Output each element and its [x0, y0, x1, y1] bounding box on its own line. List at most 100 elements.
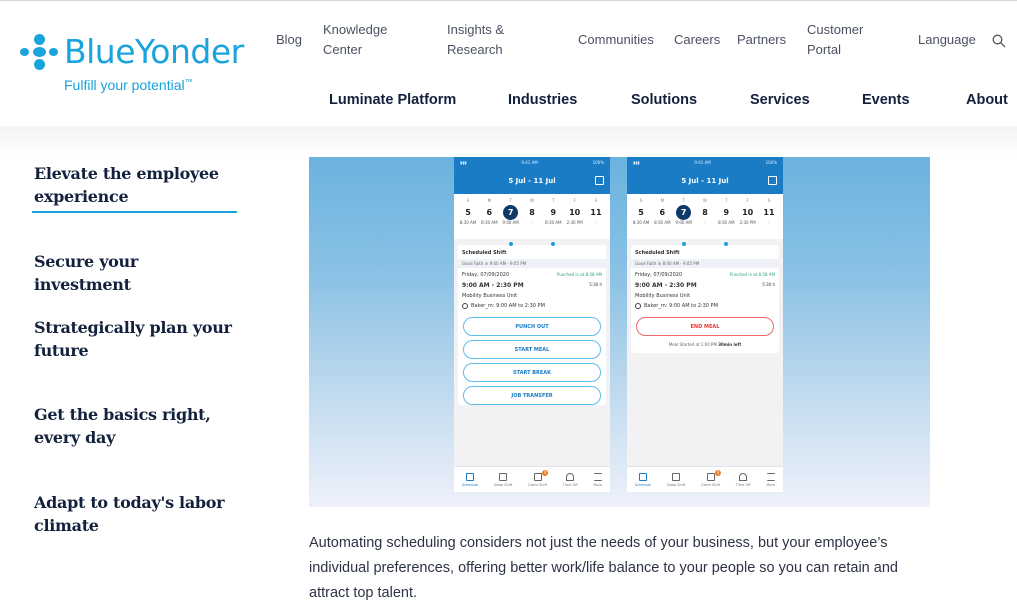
punch-out-button[interactable]: PUNCH OUT: [463, 317, 601, 336]
nav-insights-research[interactable]: Insights & Research: [447, 20, 527, 60]
date-cell[interactable]: 10: [565, 205, 585, 221]
shift-time: 8:30 AM: [459, 220, 477, 225]
date-cell[interactable]: 11: [759, 205, 779, 221]
notification-badge: 4: [715, 469, 722, 476]
site-header: BlueYonder Fulfill your potential™ Blog …: [0, 4, 1017, 126]
notification-badge: 4: [542, 469, 549, 476]
battery-level: 100%: [592, 160, 604, 165]
shift-time: 8:30 AM: [654, 220, 671, 225]
shift-dot-icon: [508, 242, 513, 246]
logo-mark-icon: [20, 33, 60, 70]
shift-card-heading: Scheduled Shift: [462, 250, 507, 256]
umbrella-icon: [566, 472, 575, 481]
date-cell[interactable]: 8: [522, 205, 542, 221]
date-cell[interactable]: 11: [586, 205, 606, 221]
calendar-icon[interactable]: [595, 176, 604, 185]
side-menu-item-elevate[interactable]: Elevate the employee experience: [34, 162, 234, 208]
job-transfer-button[interactable]: JOB TRANSFER: [463, 386, 601, 405]
date-cell[interactable]: 6: [479, 205, 499, 221]
side-menu-item-strategically-plan[interactable]: Strategically plan your future: [34, 316, 234, 362]
main-nav-industries[interactable]: Industries: [508, 92, 577, 108]
shift-hours: 9:00 AM - 2:30 PM: [635, 282, 697, 289]
date-cell[interactable]: 5: [631, 205, 651, 221]
nav-blog[interactable]: Blog: [276, 30, 302, 50]
end-meal-button[interactable]: END MEAL: [636, 317, 774, 336]
shift-dot-icon: [681, 242, 686, 246]
main-nav-events[interactable]: Events: [862, 92, 910, 108]
main-nav-luminate-platform[interactable]: Luminate Platform: [329, 92, 456, 108]
status-time: 9:41 AM: [521, 160, 538, 165]
phone-mockup-punch-out: ▮▮▮ 9:41 AM 100% 5 Jul - 11 Jul S M T W …: [454, 157, 610, 492]
date-cell-selected[interactable]: 7: [501, 205, 521, 221]
active-tab-indicator: [32, 211, 237, 213]
person-icon: [635, 303, 641, 309]
tab-claim-shift[interactable]: 4 Claim Shift: [701, 469, 722, 487]
week-strip: S M T W T F S 5 6 7 8 9 10 11 8:30 AM 8:…: [454, 194, 610, 246]
nav-knowledge-center[interactable]: Knowledge Center: [323, 20, 403, 60]
side-menu-item-secure[interactable]: Secure your investment: [34, 250, 234, 296]
shift-time: -: [531, 220, 533, 225]
nav-careers[interactable]: Careers: [674, 30, 720, 50]
tab-time-off[interactable]: Time Off: [736, 472, 751, 487]
side-menu-item-basics[interactable]: Get the basics right, every day: [34, 403, 234, 449]
shift-card-subheading: Good Faith in 9:00 AM - 9:05 PM: [458, 259, 606, 268]
weekday-label: M: [487, 198, 492, 203]
punch-status: Punched in at 8:58 AM: [556, 272, 602, 277]
main-nav-services[interactable]: Services: [750, 92, 810, 108]
tab-more[interactable]: More: [766, 472, 775, 487]
main-nav-about[interactable]: About: [966, 92, 1008, 108]
weekday-label: S: [466, 198, 470, 203]
tab-schedule[interactable]: Schedule: [635, 472, 651, 487]
search-icon[interactable]: [992, 34, 1006, 48]
nav-partners[interactable]: Partners: [737, 30, 786, 50]
weekday-label: T: [725, 198, 728, 203]
status-time: 9:41 AM: [694, 160, 711, 165]
tab-claim-shift[interactable]: 4 Claim Shift: [528, 469, 549, 487]
person-icon: [462, 303, 468, 309]
nav-communities[interactable]: Communities: [578, 30, 654, 50]
app-screenshot-panel: ▮▮▮ 9:41 AM 100% 5 Jul - 11 Jul S M T W …: [309, 157, 930, 507]
shift-time: 9:00 AM: [502, 220, 519, 225]
shift-hours: 9:00 AM - 2:30 PM: [462, 282, 524, 289]
date-cell[interactable]: 6: [652, 205, 672, 221]
week-title-bar: 5 Jul - 11 Jul: [454, 168, 610, 194]
main-nav-solutions[interactable]: Solutions: [631, 92, 697, 108]
date-cell[interactable]: 9: [716, 205, 736, 221]
section-description: Automating scheduling considers not just…: [309, 535, 898, 601]
shift-date: Friday, 07/09/2020: [635, 272, 683, 278]
bottom-tab-bar: Schedule Swap Shift 4 Claim Shift Time Of…: [627, 466, 783, 492]
nav-language[interactable]: Language: [918, 30, 976, 50]
weekday-label: F: [746, 198, 749, 203]
shift-duration: 5:30 h: [762, 282, 775, 287]
phone-mockup-end-meal: ▮▮▮ 9:41 AM 100% 5 Jul - 11 Jul S M T W …: [627, 157, 783, 492]
tab-time-off[interactable]: Time Off: [563, 472, 578, 487]
shift-card-heading: Scheduled Shift: [635, 250, 680, 256]
shift-time: 8:30 AM: [632, 220, 650, 225]
date-cell[interactable]: 10: [738, 205, 758, 221]
nav-customer-portal[interactable]: Customer Portal: [807, 20, 879, 60]
tab-swap-shift[interactable]: Swap Shift: [494, 472, 512, 487]
tab-more[interactable]: More: [593, 472, 602, 487]
date-cell[interactable]: 5: [458, 205, 478, 221]
claim-calendar-icon: [706, 472, 715, 481]
date-cell[interactable]: 9: [543, 205, 563, 221]
week-title-bar: 5 Jul - 11 Jul: [627, 168, 783, 194]
side-menu-item-adapt[interactable]: Adapt to today's labor climate: [34, 491, 234, 537]
signal-icon: ▮▮▮: [633, 160, 640, 165]
shift-card: Scheduled Shift Good Faith in 9:00 AM - …: [458, 245, 606, 405]
tab-swap-shift[interactable]: Swap Shift: [667, 472, 685, 487]
logo[interactable]: BlueYonder: [20, 32, 244, 71]
calendar-icon[interactable]: [768, 176, 777, 185]
calendar-icon: [638, 472, 647, 481]
assigned-person: Baker_m: 9:00 AM to 2:30 PM: [644, 303, 718, 309]
date-cell-selected[interactable]: 7: [674, 205, 694, 221]
swap-calendar-icon: [671, 472, 680, 481]
start-break-button[interactable]: START BREAK: [463, 363, 601, 382]
umbrella-icon: [739, 472, 748, 481]
start-meal-button[interactable]: START MEAL: [463, 340, 601, 359]
tab-schedule[interactable]: Schedule: [462, 472, 478, 487]
shift-card: Scheduled Shift Good Faith in 8:00 AM - …: [631, 245, 779, 353]
weekday-label: F: [573, 198, 576, 203]
meal-timer-note: Meal Started at 1:00 PM 30min left: [668, 342, 742, 347]
date-cell[interactable]: 8: [695, 205, 715, 221]
